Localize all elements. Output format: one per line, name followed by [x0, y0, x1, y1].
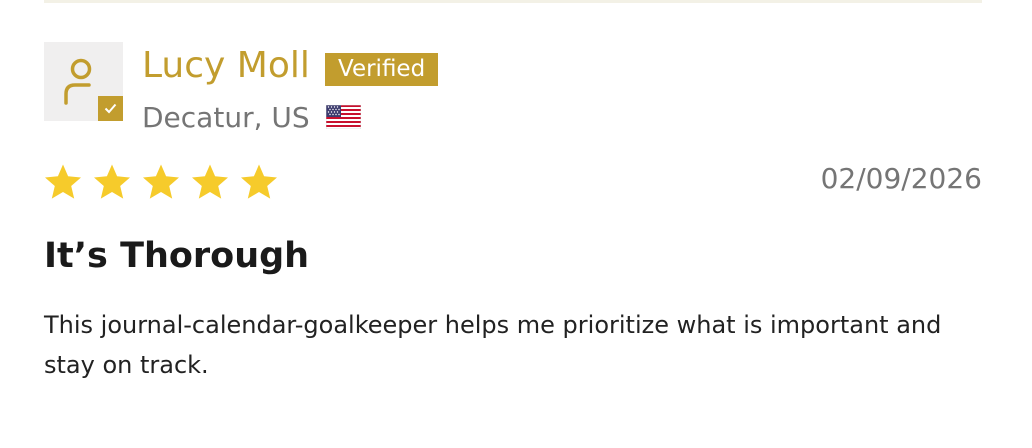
top-divider [44, 0, 982, 3]
avatar [44, 42, 123, 121]
star-icon [45, 164, 81, 199]
reviewer-location: Decatur, US [142, 101, 310, 134]
star-icon [143, 164, 179, 199]
reviewer-name: Lucy Moll [142, 45, 310, 86]
verified-badge: Verified [325, 53, 439, 86]
review-body: This journal-calendar-goalkeeper helps m… [44, 311, 942, 379]
us-flag-icon [326, 105, 361, 129]
review-title: It’s Thorough [44, 236, 310, 276]
review-date: 02/09/2026 [820, 162, 982, 195]
star-icon [192, 164, 228, 199]
star-icon [241, 164, 277, 199]
star-icon [94, 164, 130, 199]
verified-check-icon [98, 96, 123, 121]
star-rating [43, 163, 279, 205]
